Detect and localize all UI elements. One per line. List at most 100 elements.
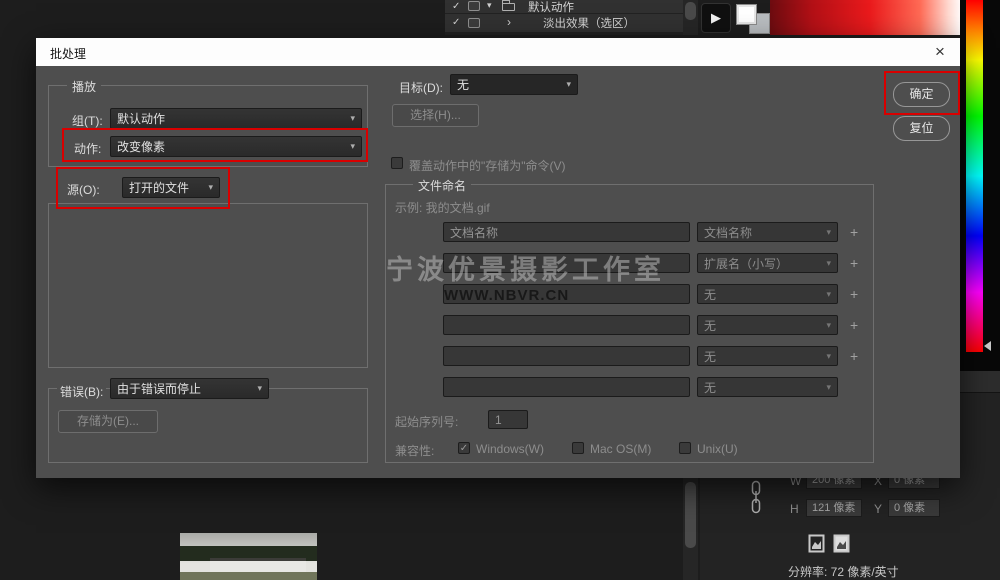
dropdown-arrow-icon: ▾ (566, 79, 571, 90)
hue-slider-marker[interactable] (984, 341, 991, 351)
compat-macos-label: Mac OS(M) (590, 442, 651, 456)
naming-field-2[interactable] (443, 253, 690, 273)
naming-select-6[interactable]: 无 ▾ (697, 377, 838, 397)
scrollbar-thumb[interactable] (685, 2, 696, 20)
folder-icon (502, 3, 515, 11)
serial-label: 起始序列号: (395, 413, 458, 430)
check-icon: ✓ (460, 443, 468, 454)
compat-unix-label: Unix(U) (697, 442, 738, 456)
plus-icon: + (850, 317, 858, 333)
naming-select-value: 扩展名（小写） (704, 255, 788, 272)
play-legend: 播放 (67, 78, 101, 95)
error-dropdown[interactable]: 由于错误而停止 ▾ (110, 378, 269, 399)
dropdown-arrow-icon: ▾ (826, 351, 831, 362)
dropdown-arrow-icon: ▾ (208, 182, 213, 193)
naming-select-value: 无 (704, 317, 716, 334)
dropdown-arrow-icon: ▾ (826, 258, 831, 269)
dropdown-arrow-icon: ▾ (826, 320, 831, 331)
action-value: 改变像素 (117, 138, 165, 155)
naming-field-5[interactable] (443, 346, 690, 366)
naming-select-2[interactable]: 扩展名（小写） ▾ (697, 253, 838, 273)
file-naming-legend: 文件命名 (413, 177, 471, 194)
action-set-row[interactable]: ✓ ▾ 默认动作 (445, 0, 683, 13)
naming-select-value: 文档名称 (704, 224, 752, 241)
naming-field-4[interactable] (443, 315, 690, 335)
height-label: H (790, 502, 799, 516)
naming-select-5[interactable]: 无 ▾ (697, 346, 838, 366)
scrollbar-thumb[interactable] (685, 482, 696, 548)
plus-icon: + (850, 224, 858, 240)
source-value: 打开的文件 (129, 179, 189, 196)
error-value: 由于错误而停止 (117, 380, 201, 397)
disclosure-open-icon[interactable]: ▾ (487, 0, 492, 11)
naming-field-6[interactable] (443, 377, 690, 397)
play-button[interactable]: ▶ (701, 3, 731, 33)
photoshop-screen: ✓ ▾ 默认动作 ✓ › 淡出效果（选区） ▶ W 200 像素 X 0 像素 … (0, 0, 1000, 580)
photo-thumbnail (180, 533, 317, 580)
naming-field-3[interactable] (443, 284, 690, 304)
compat-unix-checkbox[interactable] (679, 442, 691, 454)
naming-field-1[interactable] (443, 222, 690, 242)
foreground-color-chip[interactable] (736, 4, 757, 25)
photo-ground (180, 572, 317, 580)
naming-select-1[interactable]: 文档名称 ▾ (697, 222, 838, 242)
dropdown-arrow-icon: ▾ (350, 141, 355, 152)
compat-windows-checkbox[interactable]: ✓ (458, 442, 470, 454)
plus-icon: + (850, 286, 858, 302)
plus-icon: + (850, 255, 858, 271)
choose-button[interactable]: 选择(H)... (392, 104, 479, 127)
action-label: 动作: (74, 140, 101, 157)
override-checkbox[interactable] (391, 157, 403, 169)
plus-icon: + (850, 348, 858, 364)
action-name[interactable]: 淡出效果（选区） (543, 15, 635, 31)
compat-windows-label: Windows(W) (476, 442, 544, 456)
close-icon[interactable]: × (926, 40, 954, 64)
y-field[interactable]: 0 像素 (888, 499, 940, 517)
dialog-title: 批处理 (50, 45, 86, 62)
destination-dropdown[interactable]: 无 ▾ (450, 74, 578, 95)
hue-slider[interactable] (966, 0, 983, 352)
action-dropdown[interactable]: 改变像素 ▾ (110, 136, 362, 157)
naming-select-value: 无 (704, 286, 716, 303)
link-dimensions-icon[interactable] (750, 480, 762, 514)
source-dropdown[interactable]: 打开的文件 ▾ (122, 177, 220, 198)
batch-dialog: 批处理 × 播放 组(T): 默认动作 ▾ 动作: 改变像素 ▾ 源(O): 打… (36, 38, 960, 478)
actions-scrollbar[interactable] (683, 0, 698, 35)
serial-input[interactable] (488, 410, 528, 429)
naming-select-value: 无 (704, 348, 716, 365)
dialog-toggle-icon[interactable] (468, 1, 480, 11)
dropdown-arrow-icon: ▾ (826, 227, 831, 238)
naming-select-3[interactable]: 无 ▾ (697, 284, 838, 304)
dropdown-arrow-icon: ▾ (826, 382, 831, 393)
dialog-titlebar[interactable]: 批处理 × (36, 38, 960, 66)
disclosure-closed-icon[interactable]: › (507, 15, 511, 29)
actions-panel: ✓ ▾ 默认动作 ✓ › 淡出效果（选区） (445, 0, 683, 35)
dialog-toggle-icon[interactable] (468, 18, 480, 28)
image-thumbnail-icon[interactable] (833, 534, 850, 553)
override-label: 覆盖动作中的"存储为"命令(V) (409, 157, 566, 174)
dropdown-arrow-icon: ▾ (350, 113, 355, 124)
destination-label: 目标(D): (399, 79, 443, 96)
compatibility-label: 兼容性: (395, 442, 434, 459)
dropdown-arrow-icon: ▾ (257, 383, 262, 394)
include-check-icon[interactable]: ✓ (452, 17, 460, 28)
play-icon: ▶ (711, 10, 721, 25)
naming-select-value: 无 (704, 379, 716, 396)
panel-scrollbar[interactable] (683, 478, 698, 580)
compat-macos-checkbox[interactable] (572, 442, 584, 454)
naming-example: 示例: 我的文档.gif (395, 199, 490, 216)
reset-button[interactable]: 复位 (893, 116, 950, 141)
action-set-name[interactable]: 默认动作 (528, 0, 574, 15)
set-label: 组(T): (72, 112, 103, 129)
y-label: Y (874, 502, 882, 516)
error-label: 错误(B): (57, 383, 106, 400)
height-field[interactable]: 121 像素 (806, 499, 862, 517)
save-as-button[interactable]: 存储为(E)... (58, 410, 158, 433)
set-dropdown[interactable]: 默认动作 ▾ (110, 108, 362, 129)
include-check-icon[interactable]: ✓ (452, 1, 460, 12)
action-row[interactable]: ✓ › 淡出效果（选区） (445, 14, 683, 32)
ok-button[interactable]: 确定 (893, 82, 950, 107)
naming-select-4[interactable]: 无 ▾ (697, 315, 838, 335)
color-saturation-gradient[interactable] (770, 0, 962, 35)
image-thumbnail-icon[interactable] (808, 534, 825, 553)
